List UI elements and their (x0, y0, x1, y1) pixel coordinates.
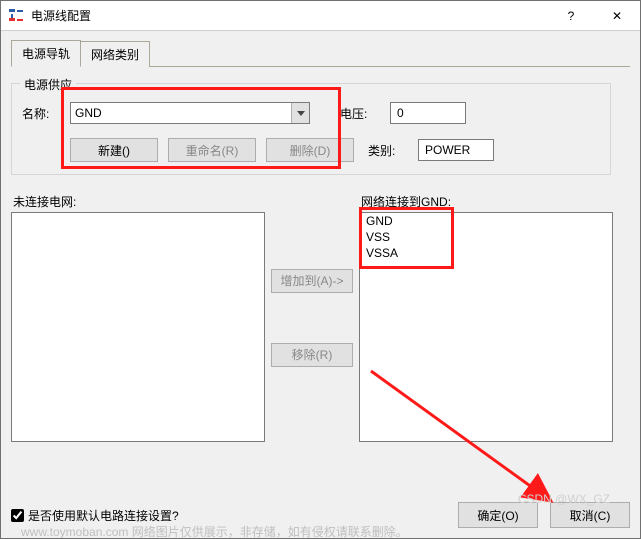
titlebar: 电源线配置 ? ✕ (1, 1, 640, 31)
defaults-checkbox[interactable]: 是否使用默认电路连接设置? (11, 507, 179, 524)
button-label: 重命名(R) (186, 142, 239, 159)
category-field[interactable]: POWER (418, 139, 494, 161)
remove-button[interactable]: 移除(R) (271, 343, 353, 367)
name-label: 名称: (22, 105, 60, 122)
close-button[interactable]: ✕ (594, 1, 640, 31)
list-item[interactable]: VSSA (360, 245, 612, 261)
category-label: 类别: (368, 142, 408, 159)
button-label: 删除(D) (290, 142, 331, 159)
tab-label: 电源导轨 (22, 47, 70, 61)
new-button[interactable]: 新建() (70, 138, 158, 162)
connected-label: 网络连接到GND: (359, 193, 613, 210)
tab-net-classes[interactable]: 网络类别 (80, 41, 150, 67)
net-transfer-area: 未连接电网: 增加到(A)-> 移除(R) 网络连接到GND: GND VSS (11, 193, 630, 442)
tabstrip: 电源导轨 网络类别 (11, 43, 630, 67)
watermark-text: CSDN @WX_GZ (518, 492, 610, 506)
add-button[interactable]: 增加到(A)-> (271, 269, 353, 293)
dialog-window: 电源线配置 ? ✕ 电源导轨 网络类别 电源供应 名称: (0, 0, 641, 539)
app-icon (7, 7, 25, 25)
button-label: 取消(C) (570, 507, 611, 524)
combo-dropdown-button[interactable] (291, 103, 309, 123)
button-label: 确定(O) (477, 507, 518, 524)
tab-label: 网络类别 (91, 48, 139, 62)
group-legend: 电源供应 (20, 76, 76, 93)
list-item[interactable]: GND (360, 213, 612, 229)
name-combo[interactable] (70, 102, 310, 124)
delete-button[interactable]: 删除(D) (266, 138, 354, 162)
button-label: 新建() (98, 142, 130, 159)
voltage-label: 电压: (340, 105, 380, 122)
rename-button[interactable]: 重命名(R) (168, 138, 256, 162)
button-label: 移除(R) (292, 346, 333, 363)
checkbox-label: 是否使用默认电路连接设置? (28, 507, 179, 524)
voltage-field[interactable]: 0 (390, 102, 466, 124)
button-label: 增加到(A)-> (280, 272, 343, 289)
unconnected-label: 未连接电网: (11, 193, 265, 210)
name-input[interactable] (71, 103, 291, 123)
help-icon: ? (568, 9, 575, 23)
watermark-text: www.toymoban.com 网络图片仅供展示，非存储，如有侵权请联系删除。 (21, 523, 408, 539)
connected-listbox[interactable]: GND VSS VSSA (359, 212, 613, 442)
unconnected-listbox[interactable] (11, 212, 265, 442)
defaults-checkbox-input[interactable] (11, 509, 24, 522)
category-value: POWER (425, 143, 470, 157)
help-button[interactable]: ? (548, 1, 594, 31)
chevron-down-icon (297, 106, 305, 120)
voltage-value: 0 (397, 106, 404, 120)
list-item[interactable]: VSS (360, 229, 612, 245)
window-title: 电源线配置 (31, 7, 548, 24)
tab-power-rails[interactable]: 电源导轨 (11, 40, 81, 67)
close-icon: ✕ (612, 9, 622, 23)
power-supply-group: 电源供应 名称: 电压: 0 (11, 83, 611, 175)
